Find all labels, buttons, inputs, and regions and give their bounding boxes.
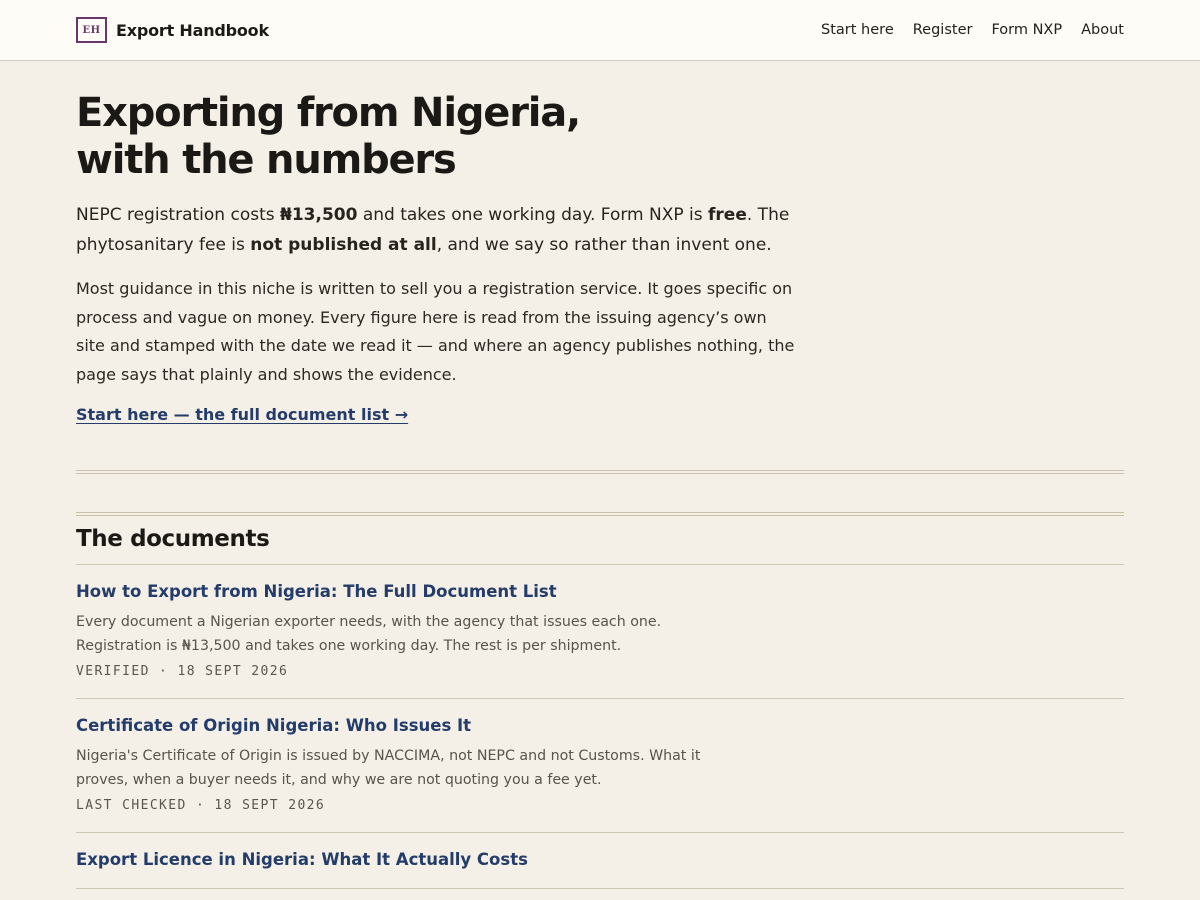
document-checked-date: LAST CHECKED · 18 SEPT 2026 (76, 798, 326, 813)
lede-registration-cost: ₦13,500 (280, 205, 358, 225)
document-title-link[interactable]: Export Licence in Nigeria: What It Actua… (76, 850, 528, 869)
section-divider (76, 470, 1124, 474)
start-here-link[interactable]: Start here — the full document list → (76, 405, 408, 424)
brand-name: Export Handbook (116, 20, 269, 40)
document-verified-date: VERIFIED · 18 SEPT 2026 (76, 664, 289, 679)
lede-text-4: , and we say so rather than invent one. (436, 235, 772, 255)
nav-start-here[interactable]: Start here (821, 22, 894, 38)
documents-heading: The documents (76, 516, 1124, 565)
documents-section: The documents How to Export from Nigeria… (76, 512, 1124, 889)
document-title-link[interactable]: Certificate of Origin Nigeria: Who Issue… (76, 716, 471, 735)
lede-nxp-cost: free (708, 205, 747, 225)
document-item: Certificate of Origin Nigeria: Who Issue… (76, 699, 1124, 833)
hero-lede: NEPC registration costs ₦13,500 and take… (76, 200, 796, 260)
brand-logo-icon: EH (76, 17, 107, 43)
lede-phyto-fee: not published at all (250, 235, 437, 255)
main-nav: Start here Register Form NXP About (821, 22, 1124, 38)
hero: Exporting from Nigeria, with the numbers… (76, 61, 1124, 424)
brand-link[interactable]: EH Export Handbook (76, 17, 269, 43)
nav-about[interactable]: About (1081, 22, 1124, 38)
nav-form-nxp[interactable]: Form NXP (991, 22, 1062, 38)
document-description: Nigeria's Certificate of Origin is issue… (76, 748, 701, 788)
page-title: Exporting from Nigeria, with the numbers (76, 90, 581, 183)
lede-text-1: NEPC registration costs (76, 205, 280, 225)
header-inner: EH Export Handbook Start here Register F… (76, 0, 1124, 60)
lede-text-2: and takes one working day. Form NXP is (357, 205, 709, 225)
site-header: EH Export Handbook Start here Register F… (0, 0, 1200, 61)
document-description: Every document a Nigerian exporter needs… (76, 614, 662, 654)
main-content: Exporting from Nigeria, with the numbers… (76, 61, 1124, 889)
document-item: How to Export from Nigeria: The Full Doc… (76, 565, 1124, 699)
hero-body: Most guidance in this niche is written t… (76, 279, 795, 384)
document-title-link[interactable]: How to Export from Nigeria: The Full Doc… (76, 582, 557, 601)
nav-register[interactable]: Register (913, 22, 973, 38)
document-item: Export Licence in Nigeria: What It Actua… (76, 833, 1124, 889)
